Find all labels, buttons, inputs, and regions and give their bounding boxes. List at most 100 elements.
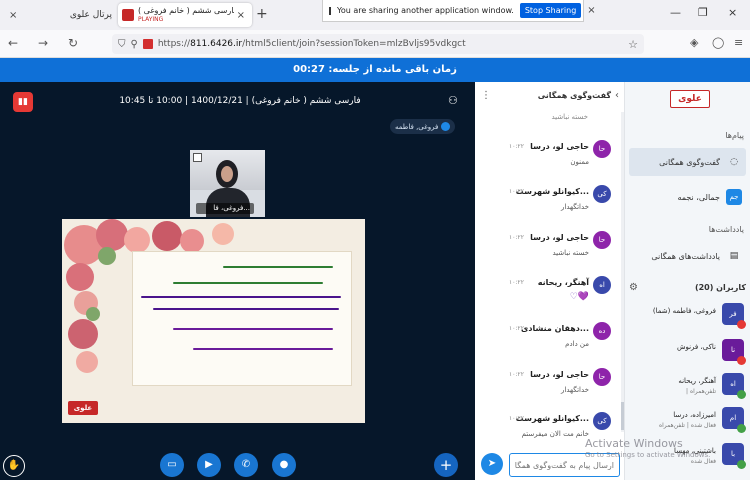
message-sender: کیوانلو شهرست... <box>515 187 589 196</box>
close-tab-icon[interactable]: × <box>234 10 248 21</box>
avatar: اه <box>593 276 611 294</box>
chat-message: اه آهنگر، ریحانه ۱۰:۲۲ ♡💜 <box>475 274 625 314</box>
sidebar-item-shared-notes[interactable]: یادداشت‌های همگانی ▤ <box>629 242 746 270</box>
mobile-icon <box>737 424 746 433</box>
tab-portal[interactable]: × پرتال علوی <box>0 4 118 26</box>
chat-message: ده دهقان منشادی... ۱۰:۲۲ من دادم <box>475 320 625 360</box>
message-time: ۱۰:۲۲ <box>509 279 524 286</box>
presenter-badge-icon <box>737 320 746 329</box>
webcam-video[interactable]: فروغی، فا... <box>190 150 265 217</box>
minimize-icon[interactable]: — <box>670 6 681 19</box>
sidebar-item-private-chat[interactable]: جمالی، نجمه جم <box>629 183 746 211</box>
avatar: حا <box>593 140 611 158</box>
bookmark-star-icon[interactable]: ☆ <box>628 38 638 51</box>
user-status: فعال شده | تلفن‌همراه <box>658 422 716 429</box>
session-timer: زمان باقی مانده از جلسه: 00:27 <box>0 58 750 82</box>
chat-scrollbar[interactable] <box>621 112 624 432</box>
chevron-right-icon[interactable]: ‹ <box>615 90 619 101</box>
browser-tab-bar: × پرتال علوی علوی - فارسی ششم ( خانم فرو… <box>0 0 750 30</box>
forward-icon[interactable]: → <box>38 36 48 50</box>
browser-nav-bar: ← → ↻ ⛉ ⚲ https://811.6426.ir/html5clien… <box>0 30 750 58</box>
message-sender: حاجی لو، درسا <box>530 233 589 242</box>
sharing-indicator: You are sharing another application wind… <box>322 0 596 22</box>
user-list-item[interactable]: ام امیرزاده، درسا فعال شده | تلفن‌همراه <box>625 404 750 438</box>
message-time: ۱۰:۲۲ <box>509 234 524 241</box>
message-time: ۱۰:۲۲ <box>509 325 524 332</box>
pocket-icon[interactable]: ◈ <box>690 36 698 49</box>
message-time: ۱۰:۲۲ <box>509 415 524 422</box>
message-text: خداتگهدار <box>561 203 589 211</box>
user-list-sidebar: علوی پیام‌ها گفت‌وگوی همگانی ◌ جمالی، نج… <box>625 82 750 480</box>
stop-sharing-button[interactable]: Stop Sharing <box>519 3 582 18</box>
menu-icon[interactable]: ≡ <box>734 36 743 49</box>
chat-title: گفت‌وگوی همگانی <box>537 90 611 100</box>
gear-icon[interactable]: ⚙ <box>629 282 638 293</box>
back-icon[interactable]: ← <box>8 36 18 50</box>
expand-icon[interactable] <box>193 153 202 162</box>
user-name: ناکی، فرنوش <box>676 343 716 351</box>
permissions-icon[interactable]: ⚲ <box>131 39 138 50</box>
messages-heading: پیام‌ها <box>725 131 744 140</box>
insecure-lock-icon[interactable] <box>142 39 153 49</box>
user-status: فعال شده <box>690 458 716 465</box>
tab-playing-status: PLAYING <box>138 16 164 23</box>
chat-options-icon[interactable]: ⋮ <box>481 90 491 101</box>
presenter-name: فروغی, فاطمه <box>395 122 439 131</box>
user-icon[interactable]: ⚇ <box>448 94 458 107</box>
restore-icon[interactable]: ❐ <box>698 6 708 19</box>
screen-share-icon[interactable]: ▭ <box>160 453 184 477</box>
user-list-item[interactable]: اه آهنگر، ریحانه | تلفن‌همراه <box>625 370 750 404</box>
message-text: ممنون <box>570 158 589 166</box>
close-tab-icon[interactable]: × <box>6 10 20 21</box>
user-name: فروغی، فاطمه (شما) <box>652 307 716 315</box>
microphone-icon[interactable]: ● <box>272 453 296 477</box>
message-time: ۱۰:۲۲ <box>509 371 524 378</box>
brand-logo: علوی <box>670 90 710 108</box>
chat-message: حا حاجی لو، درسا ۱۰:۲۲ خداتگهدار <box>475 366 625 406</box>
message-text: خانم مت الان میفرستم <box>521 430 589 438</box>
chat-bubble-icon: ◌ <box>730 157 738 167</box>
leave-session-icon[interactable]: ▮▮ <box>13 92 33 112</box>
chat-message: کی کیوانلو شهرست... ۱۰:۲۲ خداتگهدار <box>475 183 625 223</box>
session-title: فارسی ششم ( خانم فروغی) | 1400/12/21 | 1… <box>119 96 361 106</box>
sidebar-item-label: گفت‌وگوی همگانی <box>659 157 720 167</box>
user-list-item[interactable]: فر فروغی، فاطمه (شما) <box>625 300 750 334</box>
presentation-slide: علوی <box>62 219 365 423</box>
chat-fragment: خسته نباشید <box>551 113 588 121</box>
slide-logo: علوی <box>68 401 98 415</box>
notes-heading: یادداشت‌ها <box>708 225 744 234</box>
mobile-icon <box>737 460 746 469</box>
phone-icon[interactable]: ✆ <box>234 453 258 477</box>
address-bar[interactable]: ⛉ ⚲ https://811.6426.ir/html5client/join… <box>112 34 644 54</box>
chat-message: حا حاجی لو، درسا ۱۰:۲۲ خسته نباشید <box>475 229 625 269</box>
presenter-tag: فروغی, فاطمه <box>390 119 456 134</box>
sharing-text: You are sharing another application wind… <box>337 6 514 15</box>
raise-hand-icon[interactable]: ✋ <box>3 455 25 477</box>
user-list-item[interactable]: نا ناکی، فرنوش <box>625 336 750 370</box>
avatar: کی <box>593 412 611 430</box>
message-sender: دهقان منشادی... <box>521 324 589 333</box>
shield-icon[interactable]: ⛉ <box>118 39 126 50</box>
message-text: من دادم <box>565 340 589 348</box>
window-close-icon[interactable]: × <box>728 6 737 19</box>
user-status: | تلفن‌همراه <box>686 388 716 395</box>
presentation-area: ▮▮ فارسی ششم ( خانم فروغی) | 1400/12/21 … <box>0 82 475 480</box>
tab-class-session[interactable]: علوی - فارسی ششم ( خانم فروغی ) PLAYING … <box>118 3 252 27</box>
avatar: جم <box>726 189 742 205</box>
account-icon[interactable]: ◯ <box>712 36 724 49</box>
message-sender: حاجی لو، درسا <box>530 142 589 151</box>
mobile-icon <box>737 390 746 399</box>
user-name: آهنگر، ریحانه <box>678 377 716 385</box>
sidebar-item-public-chat[interactable]: گفت‌وگوی همگانی ◌ <box>629 148 746 176</box>
reload-icon[interactable]: ↻ <box>68 36 78 50</box>
close-icon[interactable]: × <box>587 5 595 16</box>
send-icon[interactable]: ➤ <box>481 453 503 475</box>
presenter-dot-icon <box>441 122 451 131</box>
new-tab-button[interactable]: + <box>256 6 268 22</box>
message-sender: آهنگر، ریحانه <box>537 278 589 287</box>
plus-icon[interactable]: + <box>434 453 458 477</box>
activate-windows-watermark: Activate Windows Go to Settings to activ… <box>585 437 711 459</box>
camera-icon[interactable]: ▶ <box>197 453 221 477</box>
message-sender: کیوانلو شهرست... <box>515 414 589 423</box>
url-text: https://811.6426.ir/html5client/join?ses… <box>157 39 466 49</box>
